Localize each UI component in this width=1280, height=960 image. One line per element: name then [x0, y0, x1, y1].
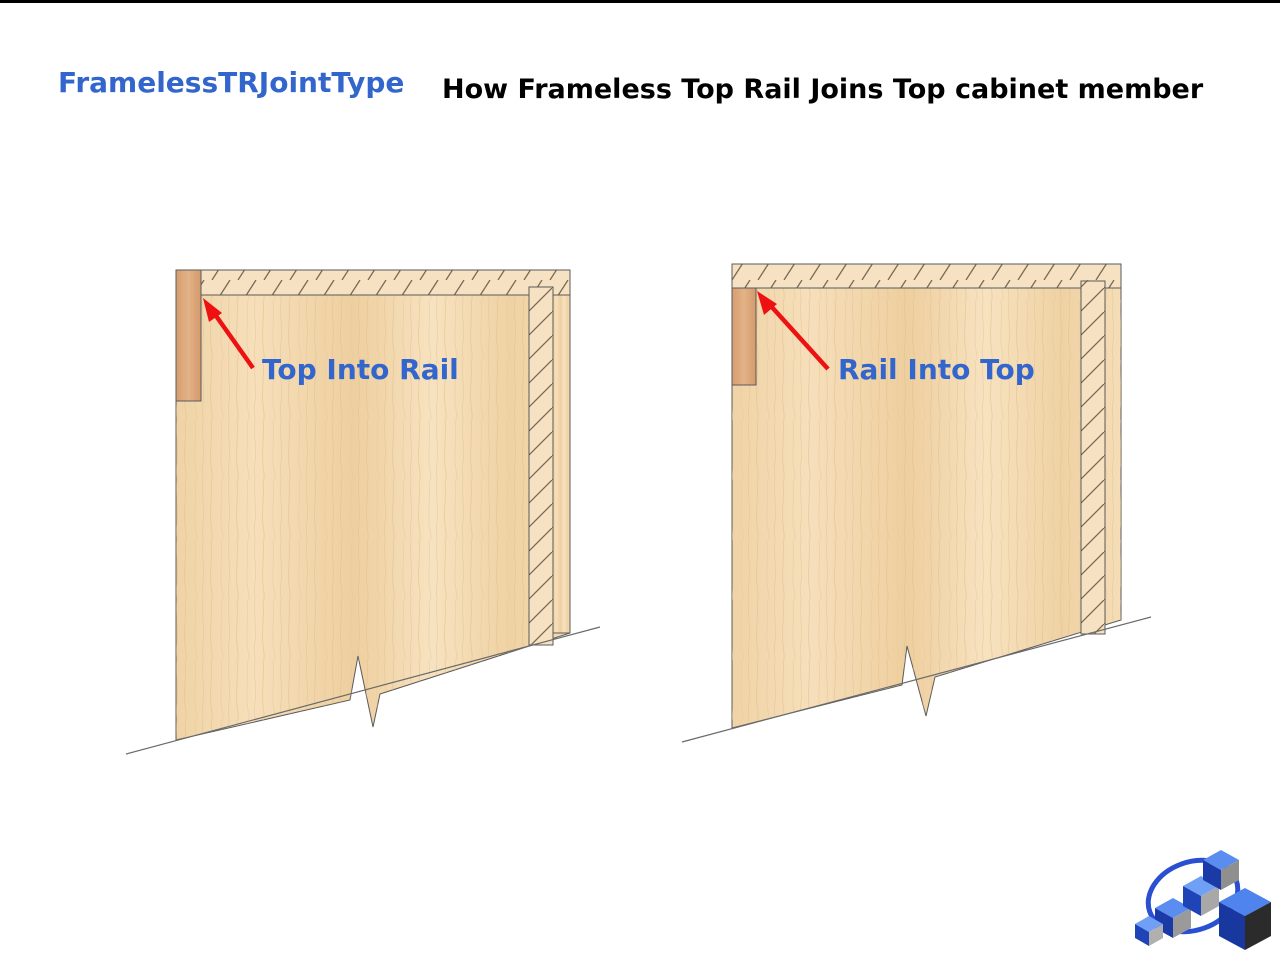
slide: FramelessTRJointType How Frameless Top R…: [0, 0, 1280, 960]
front-rail: [731, 287, 757, 386]
diagram-top-into-rail: Top Into Rail: [125, 269, 601, 755]
label-rail-into-top: Rail Into Top: [838, 353, 1035, 386]
diagram-rail-into-top: Rail Into Top: [681, 263, 1152, 743]
back-panel: [1080, 280, 1106, 635]
label-top-into-rail: Top Into Rail: [262, 353, 459, 386]
top-panel: [731, 263, 1122, 289]
front-rail: [175, 269, 202, 402]
top-panel: [199, 269, 571, 296]
joint-diagrams: Top Into Rail Rail Into Top: [125, 263, 1271, 950]
cube-logo-icon: [1135, 850, 1271, 950]
back-panel: [528, 286, 554, 646]
